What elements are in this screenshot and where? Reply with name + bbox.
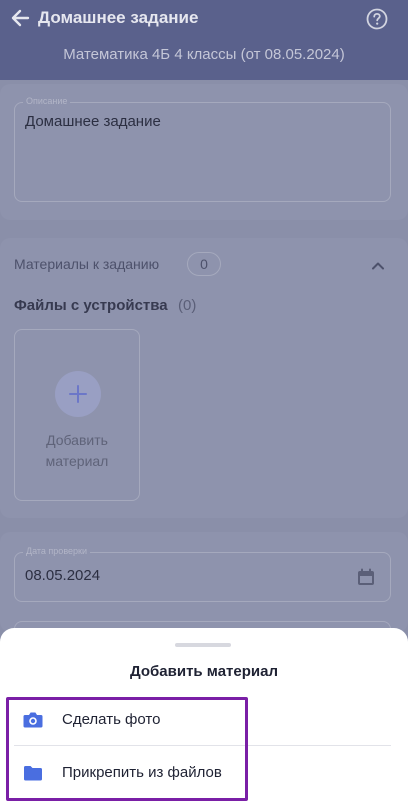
description-label: Описание <box>23 96 71 106</box>
calendar-icon[interactable] <box>356 567 376 587</box>
chevron-up-icon <box>372 262 384 270</box>
materials-count-badge: 0 <box>187 252 221 276</box>
plus-icon <box>69 385 87 403</box>
add-material-sheet: Добавить материал Сделать фото Прикрепит… <box>0 628 408 810</box>
arrow-left-icon <box>11 9 30 27</box>
add-material-label: Добавить материал <box>45 432 109 469</box>
help-button[interactable] <box>366 8 388 30</box>
check-date-card: Дата проверки 08.05.2024 <box>0 532 408 635</box>
page-title: Домашнее задание <box>38 8 199 27</box>
check-date-label: Дата проверки <box>23 546 90 556</box>
materials-heading: Материалы к заданию <box>14 256 160 272</box>
materials-card: Материалы к заданию 0 Файлы с устройства… <box>0 238 408 518</box>
sheet-drag-handle[interactable] <box>175 643 231 647</box>
collapse-button[interactable] <box>368 256 388 276</box>
description-card: Описание Домашнее задание <box>0 84 408 220</box>
question-circle-icon <box>366 8 388 30</box>
options-highlight-frame <box>6 697 248 801</box>
files-section-title: Файлы с устройства <box>14 297 168 314</box>
page-subtitle: Математика 4Б 4 классы (от 08.05.2024) <box>63 46 345 63</box>
add-circle <box>55 371 101 417</box>
files-count: (0) <box>178 297 197 314</box>
description-value: Домашнее задание <box>25 113 161 130</box>
add-material-tile[interactable]: Добавить материал <box>14 329 140 501</box>
check-date-field[interactable]: Дата проверки 08.05.2024 <box>14 546 391 602</box>
back-button[interactable] <box>6 4 34 32</box>
check-date-value: 08.05.2024 <box>25 567 101 584</box>
description-field[interactable]: Описание Домашнее задание <box>14 96 391 202</box>
sheet-title: Добавить материал <box>129 663 278 680</box>
app-header: Домашнее задание Математика 4Б 4 классы … <box>0 0 408 80</box>
